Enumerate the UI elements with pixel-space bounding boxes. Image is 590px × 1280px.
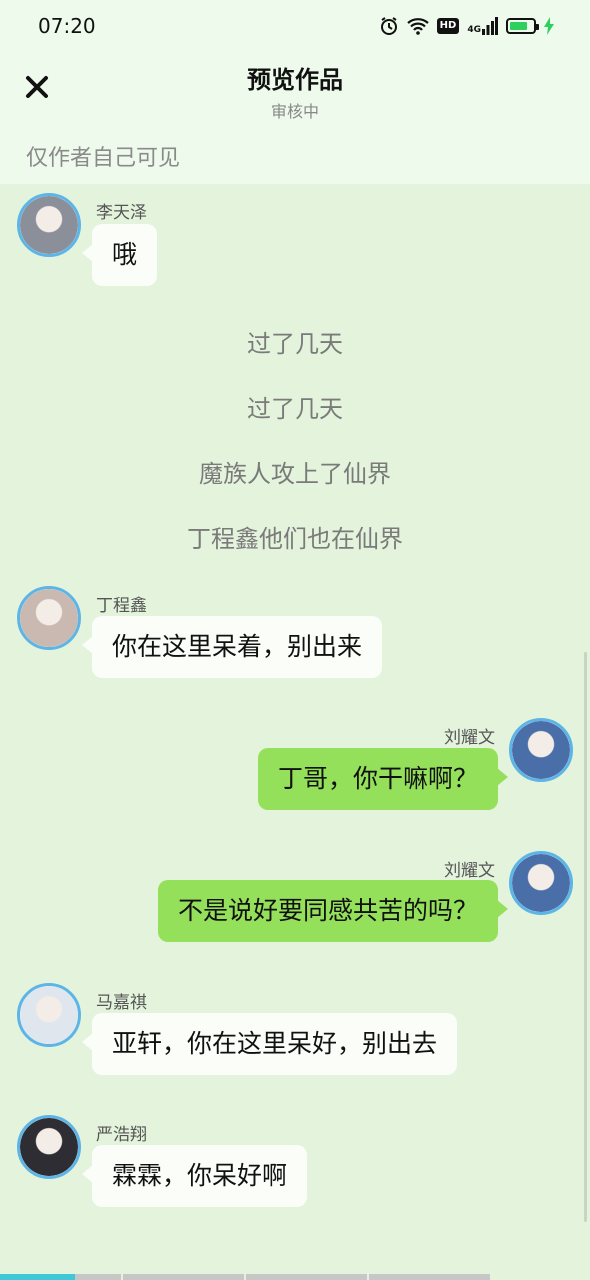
progress-segment bbox=[123, 1274, 244, 1280]
status-icons: HD 4G bbox=[379, 14, 554, 38]
avatar[interactable] bbox=[17, 1115, 81, 1179]
narration-text: 魔族人攻上了仙界 bbox=[199, 460, 391, 488]
status-time: 07:20 bbox=[38, 14, 96, 38]
sender-name: 刘耀文 bbox=[444, 861, 495, 881]
wifi-icon bbox=[406, 17, 429, 35]
progress-segment bbox=[369, 1274, 490, 1280]
scrollbar[interactable] bbox=[584, 652, 587, 1222]
avatar[interactable] bbox=[509, 718, 573, 782]
message-bubble[interactable]: 不是说好要同感共苦的吗？ bbox=[157, 880, 509, 942]
narration-text: 过了几天 bbox=[247, 330, 343, 358]
avatar[interactable] bbox=[17, 586, 81, 650]
charging-icon bbox=[544, 17, 554, 35]
avatar-image bbox=[20, 1118, 78, 1176]
hd-icon: HD bbox=[436, 18, 460, 34]
sender-name: 马嘉祺 bbox=[96, 993, 147, 1013]
message-bubble[interactable]: 丁哥，你干嘛啊？ bbox=[257, 748, 509, 810]
story-progress-bar bbox=[0, 1274, 490, 1280]
battery-icon bbox=[506, 18, 539, 34]
avatar[interactable] bbox=[17, 193, 81, 257]
message-bubble[interactable]: 亚轩，你在这里呆好，别出去 bbox=[81, 1013, 458, 1075]
battery-level bbox=[510, 22, 527, 30]
alarm-icon bbox=[379, 16, 399, 36]
sender-name: 刘耀文 bbox=[444, 728, 495, 748]
message-bubble[interactable]: 哦 bbox=[81, 224, 158, 286]
narration-text: 丁程鑫他们也在仙界 bbox=[187, 525, 403, 553]
sender-name: 丁程鑫 bbox=[96, 596, 147, 616]
avatar-image bbox=[512, 854, 570, 912]
review-status: 审核中 bbox=[270, 102, 319, 121]
message-bubble[interactable]: 霖霖，你呆好啊 bbox=[81, 1145, 308, 1207]
sender-name: 严浩翔 bbox=[96, 1125, 147, 1145]
header: 07:20 HD 4G 预览作品 审核中 仅作者自己可见 bbox=[0, 0, 590, 184]
avatar[interactable] bbox=[509, 851, 573, 915]
network-type-label: 4G bbox=[467, 25, 481, 35]
avatar[interactable] bbox=[17, 983, 81, 1047]
status-bar: 07:20 HD 4G bbox=[0, 0, 590, 52]
sender-name: 李天泽 bbox=[96, 203, 147, 223]
progress-segment bbox=[246, 1274, 367, 1280]
avatar-image bbox=[20, 196, 78, 254]
narration-text: 过了几天 bbox=[247, 395, 343, 423]
progress-segment bbox=[0, 1274, 121, 1280]
avatar-image bbox=[20, 986, 78, 1044]
signal-icon: 4G bbox=[467, 17, 498, 35]
avatar-image bbox=[20, 589, 78, 647]
page-title: 预览作品 bbox=[247, 66, 343, 94]
avatar-image bbox=[512, 721, 570, 779]
message-bubble[interactable]: 你在这里呆着，别出来 bbox=[81, 616, 383, 678]
visibility-note: 仅作者自己可见 bbox=[26, 146, 181, 171]
